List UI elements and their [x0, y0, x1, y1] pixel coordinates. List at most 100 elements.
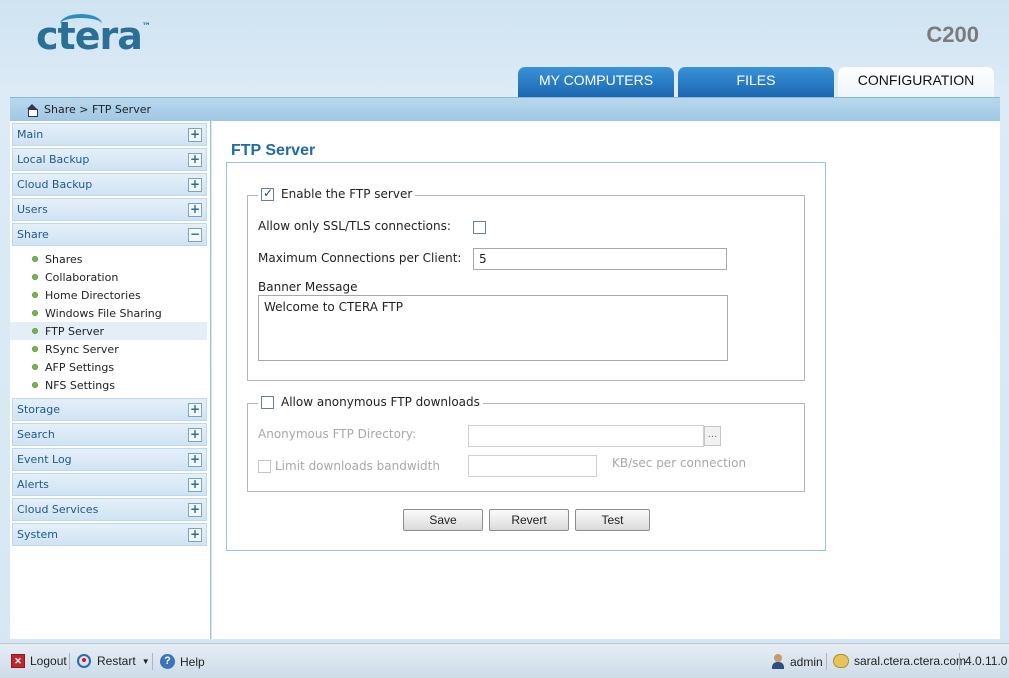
current-user: admin: [771, 654, 823, 669]
section-label: Cloud Services: [17, 503, 99, 516]
sub-item-label: Collaboration: [45, 270, 119, 284]
bullet-icon: [32, 382, 38, 388]
username: admin: [790, 654, 823, 669]
anonymous-ftp-fieldset: Allow anonymous FTP downloads Anonymous …: [247, 395, 805, 492]
expand-icon[interactable]: +: [188, 202, 202, 217]
divider: [69, 653, 70, 670]
collapse-icon[interactable]: −: [188, 227, 202, 242]
breadcrumb: Share > FTP Server: [10, 97, 1000, 121]
divider: [959, 653, 960, 670]
save-button[interactable]: Save: [403, 509, 483, 531]
server-hostname: saral.ctera.ctera.com: [854, 654, 967, 668]
expand-icon[interactable]: +: [188, 427, 202, 442]
device-model: C200: [926, 22, 979, 47]
logout-icon: ✕: [11, 654, 25, 668]
bullet-icon: [32, 274, 38, 280]
expand-icon[interactable]: +: [188, 502, 202, 517]
section-label: Share: [17, 228, 49, 241]
sidebar-section-local-backup[interactable]: Local Backup +: [12, 148, 207, 171]
anonymous-ftp-legend: Allow anonymous FTP downloads: [258, 395, 483, 409]
sidebar-item-afp-settings[interactable]: AFP Settings: [10, 358, 207, 376]
section-label: Local Backup: [17, 153, 90, 166]
sidebar-item-collaboration[interactable]: Collaboration: [10, 268, 207, 286]
max-connections-input[interactable]: 5: [473, 248, 727, 270]
revert-button[interactable]: Revert: [489, 509, 569, 531]
sidebar-item-windows-file-sharing[interactable]: Windows File Sharing: [10, 304, 207, 322]
breadcrumb-text: Share > FTP Server: [44, 103, 152, 116]
section-label: Storage: [17, 403, 61, 416]
sidebar-section-system[interactable]: System +: [12, 523, 207, 546]
help-label: Help: [180, 654, 205, 669]
logo-text: ctera: [36, 14, 143, 58]
sub-item-label: Shares: [45, 252, 83, 266]
anonymous-directory-input[interactable]: [468, 425, 704, 447]
sub-item-label: Windows File Sharing: [45, 306, 162, 320]
sub-item-label: AFP Settings: [45, 360, 115, 374]
bullet-icon: [32, 310, 38, 316]
section-label: Cloud Backup: [17, 178, 93, 191]
expand-icon[interactable]: +: [188, 177, 202, 192]
section-label: Users: [17, 203, 48, 216]
sidebar-item-ftp-server[interactable]: FTP Server: [10, 322, 207, 340]
server-name: saral.ctera.ctera.com: [833, 654, 966, 668]
restart-menu-button[interactable]: Restart ▼: [77, 654, 150, 668]
ctera-logo: ctera™: [36, 14, 151, 58]
bandwidth-limit-input[interactable]: [468, 455, 597, 477]
sidebar-item-shares[interactable]: Shares: [10, 250, 207, 268]
status-bar: ✕ Logout Restart ▼ ? Help admin saral.ct…: [0, 643, 1009, 678]
sidebar-section-cloud-services[interactable]: Cloud Services +: [12, 498, 207, 521]
sub-item-label: RSync Server: [45, 342, 119, 356]
sidebar-section-search[interactable]: Search +: [12, 423, 207, 446]
section-label: Search: [17, 428, 55, 441]
sidebar-section-share[interactable]: Share −: [12, 223, 207, 246]
tab-files[interactable]: FILES: [678, 67, 834, 97]
sidebar-item-home-directories[interactable]: Home Directories: [10, 286, 207, 304]
help-button[interactable]: ? Help: [160, 654, 205, 669]
bullet-icon: [32, 346, 38, 352]
expand-icon[interactable]: +: [188, 477, 202, 492]
home-icon[interactable]: [26, 103, 38, 117]
help-icon: ?: [160, 654, 175, 669]
version-text: 4.0.11.0: [965, 654, 1008, 668]
sidebar-section-users[interactable]: Users +: [12, 198, 207, 221]
tab-my-computers[interactable]: MY COMPUTERS: [518, 67, 674, 97]
server-icon: [833, 654, 849, 668]
enable-ftp-legend: Enable the FTP server: [258, 186, 416, 201]
max-connections-label: Maximum Connections per Client:: [258, 251, 462, 265]
expand-icon[interactable]: +: [188, 527, 202, 542]
section-label: Main: [17, 128, 44, 141]
share-submenu: Shares Collaboration Home Directories Wi…: [10, 248, 210, 396]
banner-message-label: Banner Message: [258, 280, 358, 294]
bullet-icon: [32, 292, 38, 298]
limit-bandwidth-checkbox[interactable]: [258, 460, 271, 473]
sidebar-item-nfs-settings[interactable]: NFS Settings: [10, 376, 207, 394]
bullet-icon: [32, 364, 38, 370]
expand-icon[interactable]: +: [188, 402, 202, 417]
enable-ftp-checkbox[interactable]: [261, 186, 274, 201]
ssl-label: Allow only SSL/TLS connections:: [258, 219, 451, 233]
sidebar-section-main[interactable]: Main +: [12, 123, 207, 146]
expand-icon[interactable]: +: [188, 452, 202, 467]
sidebar: Main + Local Backup + Cloud Backup + Users +…: [10, 121, 211, 639]
logout-button[interactable]: ✕ Logout: [11, 654, 67, 668]
sidebar-section-event-log[interactable]: Event Log +: [12, 448, 207, 471]
main-content: FTP Server Enable the FTP server Allow o…: [212, 121, 1000, 639]
sidebar-section-storage[interactable]: Storage +: [12, 398, 207, 421]
banner-message-textarea[interactable]: Welcome to CTERA FTP: [258, 295, 728, 361]
tab-configuration[interactable]: CONFIGURATION: [838, 67, 994, 97]
ssl-only-checkbox[interactable]: [473, 221, 486, 234]
expand-icon[interactable]: +: [188, 127, 202, 142]
test-button[interactable]: Test: [575, 509, 650, 531]
sidebar-item-rsync-server[interactable]: RSync Server: [10, 340, 207, 358]
divider: [826, 653, 827, 670]
sub-item-label: Home Directories: [45, 288, 141, 302]
anonymous-ftp-checkbox[interactable]: [261, 395, 274, 409]
sub-item-label: FTP Server: [45, 324, 105, 338]
bullet-icon: [32, 328, 38, 334]
sidebar-section-cloud-backup[interactable]: Cloud Backup +: [12, 173, 207, 196]
browse-directory-button[interactable]: ...: [704, 426, 721, 446]
ftp-server-fieldset: Enable the FTP server Allow only SSL/TLS…: [247, 186, 805, 381]
expand-icon[interactable]: +: [188, 152, 202, 167]
divider: [152, 653, 153, 670]
sidebar-section-alerts[interactable]: Alerts +: [12, 473, 207, 496]
